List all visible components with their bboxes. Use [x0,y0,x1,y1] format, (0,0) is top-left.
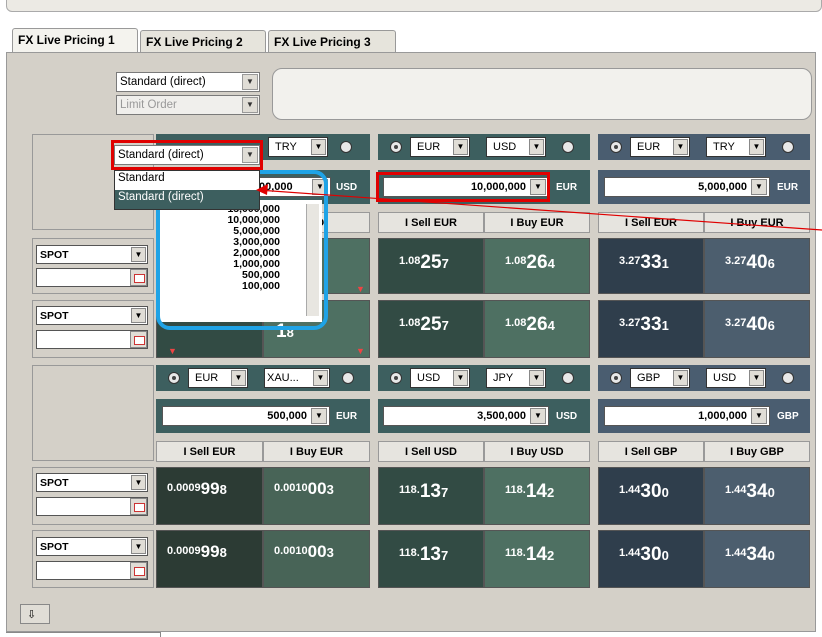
arrow-down-icon: ⇩ [27,609,37,621]
bottom-frame [6,632,161,637]
annotation-arrow [256,184,822,231]
collapse-button[interactable]: ⇩ [20,604,50,624]
